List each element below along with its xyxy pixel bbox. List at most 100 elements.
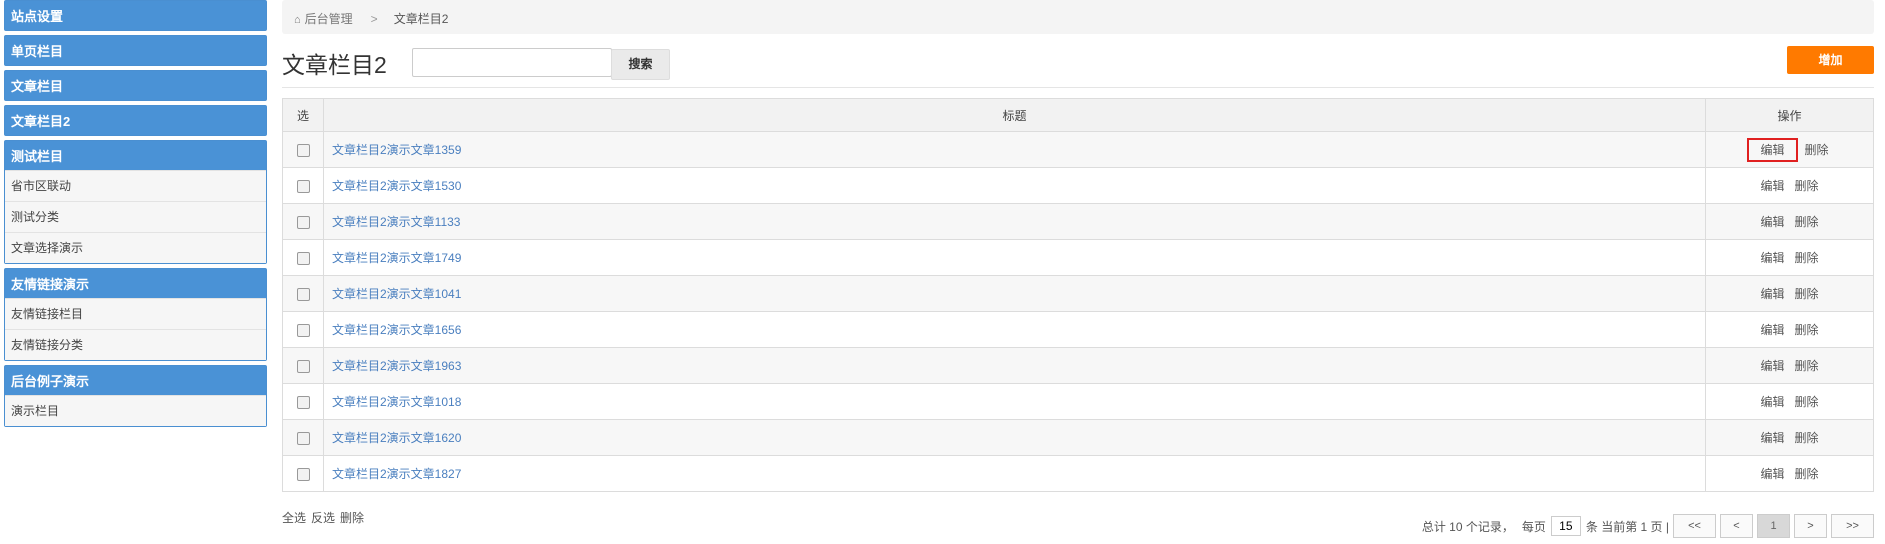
- sidebar-item[interactable]: 友情链接栏目: [5, 298, 266, 329]
- breadcrumb: ⌂ 后台管理 > 文章栏目2: [282, 0, 1874, 34]
- table-row: 文章栏目2演示文章1018 编辑 删除: [282, 383, 1874, 420]
- article-title-link[interactable]: 文章栏目2演示文章1749: [332, 251, 461, 265]
- delete-link[interactable]: 删除: [1795, 179, 1819, 193]
- edit-link[interactable]: 编辑: [1760, 359, 1784, 373]
- title-cell: 文章栏目2演示文章1749: [323, 239, 1706, 276]
- sidebar-item[interactable]: 友情链接分类: [5, 329, 266, 360]
- article-title-link[interactable]: 文章栏目2演示文章1133: [332, 215, 460, 229]
- row-checkbox[interactable]: [296, 215, 310, 229]
- edit-link[interactable]: 编辑: [1760, 251, 1784, 265]
- prev-page-button[interactable]: <: [1720, 514, 1753, 538]
- edit-link[interactable]: 编辑: [1760, 431, 1784, 445]
- title-cell: 文章栏目2演示文章1133: [323, 203, 1706, 240]
- edit-link[interactable]: 编辑: [1747, 138, 1798, 162]
- sidebar-item[interactable]: 文章选择演示: [5, 232, 266, 263]
- edit-link[interactable]: 编辑: [1760, 179, 1784, 193]
- sidebar-item[interactable]: 演示栏目: [5, 395, 266, 426]
- actions-cell: 编辑 删除: [1705, 419, 1874, 456]
- next-page-button[interactable]: >: [1794, 514, 1827, 538]
- table-row: 文章栏目2演示文章1963 编辑 删除: [282, 347, 1874, 384]
- actions-cell: 编辑 删除: [1705, 239, 1874, 276]
- table-row: 文章栏目2演示文章1041 编辑 删除: [282, 275, 1874, 312]
- delete-link[interactable]: 删除: [1795, 323, 1819, 337]
- breadcrumb-current: 文章栏目2: [393, 12, 449, 26]
- sidebar-group: 文章栏目: [4, 70, 267, 101]
- search-button[interactable]: 搜索: [611, 49, 670, 80]
- edit-link[interactable]: 编辑: [1760, 395, 1784, 409]
- page-title: 文章栏目2: [282, 52, 387, 78]
- sidebar-group: 站点设置: [4, 0, 267, 31]
- select-cell: [282, 167, 324, 204]
- delete-link[interactable]: 删除: [1795, 467, 1819, 481]
- article-title-link[interactable]: 文章栏目2演示文章1963: [332, 359, 461, 373]
- delete-link[interactable]: 删除: [1795, 359, 1819, 373]
- sidebar-group-title[interactable]: 测试栏目: [5, 141, 266, 170]
- select-cell: [282, 311, 324, 348]
- row-checkbox[interactable]: [296, 431, 310, 445]
- sidebar: 站点设置单页栏目文章栏目文章栏目2 测试栏目 省市区联动 测试分类 文章选择演示 友情链接…: [4, 0, 267, 431]
- sidebar-group: 文章栏目2: [4, 105, 267, 136]
- article-title-link[interactable]: 文章栏目2演示文章1359: [332, 143, 461, 157]
- delete-link[interactable]: 删除: [1805, 143, 1829, 157]
- row-checkbox[interactable]: [296, 359, 310, 373]
- bulk-actions: 全选 反选 删除: [282, 509, 369, 526]
- article-title-link[interactable]: 文章栏目2演示文章1620: [332, 431, 461, 445]
- invert-selection-link[interactable]: 反选: [311, 511, 335, 525]
- delete-link[interactable]: 删除: [1795, 215, 1819, 229]
- row-checkbox[interactable]: [296, 287, 310, 301]
- per-page-input[interactable]: [1550, 516, 1581, 536]
- first-page-button[interactable]: <<: [1673, 514, 1716, 538]
- edit-link[interactable]: 编辑: [1760, 215, 1784, 229]
- column-header-select: 选: [282, 98, 324, 132]
- article-title-link[interactable]: 文章栏目2演示文章1041: [332, 287, 461, 301]
- search-input[interactable]: [412, 48, 612, 77]
- row-checkbox[interactable]: [296, 395, 310, 409]
- sidebar-item[interactable]: 测试分类: [5, 201, 266, 232]
- article-title-link[interactable]: 文章栏目2演示文章1827: [332, 467, 461, 481]
- bulk-delete-link[interactable]: 删除: [340, 511, 364, 525]
- sidebar-group-title[interactable]: 文章栏目2: [5, 106, 266, 135]
- actions-cell: 编辑 删除: [1705, 131, 1874, 168]
- sidebar-group-title[interactable]: 友情链接演示: [5, 269, 266, 298]
- actions-cell: 编辑 删除: [1705, 275, 1874, 312]
- actions-cell: 编辑 删除: [1705, 347, 1874, 384]
- select-all-link[interactable]: 全选: [282, 511, 306, 525]
- article-title-link[interactable]: 文章栏目2演示文章1656: [332, 323, 461, 337]
- select-cell: [282, 239, 324, 276]
- sidebar-group-title[interactable]: 站点设置: [5, 1, 266, 30]
- select-cell: [282, 347, 324, 384]
- sidebar-item[interactable]: 省市区联动: [5, 170, 266, 201]
- article-table: 选 标题 操作 文章栏目2演示文章1359 编辑 删除 文章栏目2演示文章1530 编辑…: [282, 98, 1874, 492]
- table-header-row: 选 标题 操作: [282, 98, 1874, 132]
- sidebar-group-title[interactable]: 文章栏目: [5, 71, 266, 100]
- article-title-link[interactable]: 文章栏目2演示文章1530: [332, 179, 461, 193]
- pager-total: 总计 10 个记录，: [1421, 519, 1514, 534]
- sidebar-group-title[interactable]: 后台例子演示: [5, 366, 266, 395]
- row-checkbox[interactable]: [296, 251, 310, 265]
- edit-link[interactable]: 编辑: [1760, 287, 1784, 301]
- title-cell: 文章栏目2演示文章1359: [323, 131, 1706, 168]
- table-row: 文章栏目2演示文章1749 编辑 删除: [282, 239, 1874, 276]
- edit-link[interactable]: 编辑: [1760, 323, 1784, 337]
- add-button[interactable]: 增加: [1787, 46, 1874, 74]
- delete-link[interactable]: 删除: [1795, 431, 1819, 445]
- actions-cell: 编辑 删除: [1705, 167, 1874, 204]
- actions-cell: 编辑 删除: [1705, 203, 1874, 240]
- edit-link[interactable]: 编辑: [1760, 467, 1784, 481]
- row-checkbox[interactable]: [296, 467, 310, 481]
- delete-link[interactable]: 删除: [1795, 395, 1819, 409]
- pager-status: 条 当前第 1 页 |: [1585, 519, 1669, 534]
- last-page-button[interactable]: >>: [1831, 514, 1874, 538]
- breadcrumb-home[interactable]: 后台管理: [305, 12, 353, 26]
- article-title-link[interactable]: 文章栏目2演示文章1018: [332, 395, 461, 409]
- delete-link[interactable]: 删除: [1795, 251, 1819, 265]
- sidebar-group-title[interactable]: 单页栏目: [5, 36, 266, 65]
- delete-link[interactable]: 删除: [1795, 287, 1819, 301]
- row-checkbox[interactable]: [296, 323, 310, 337]
- table-row: 文章栏目2演示文章1359 编辑 删除: [282, 131, 1874, 168]
- row-checkbox[interactable]: [296, 179, 310, 193]
- breadcrumb-separator: >: [370, 12, 378, 26]
- current-page-button[interactable]: 1: [1757, 514, 1790, 538]
- pagination: 总计 10 个记录， 每页 条 当前第 1 页 | << < 1 > >>: [1422, 514, 1874, 538]
- row-checkbox[interactable]: [296, 143, 310, 157]
